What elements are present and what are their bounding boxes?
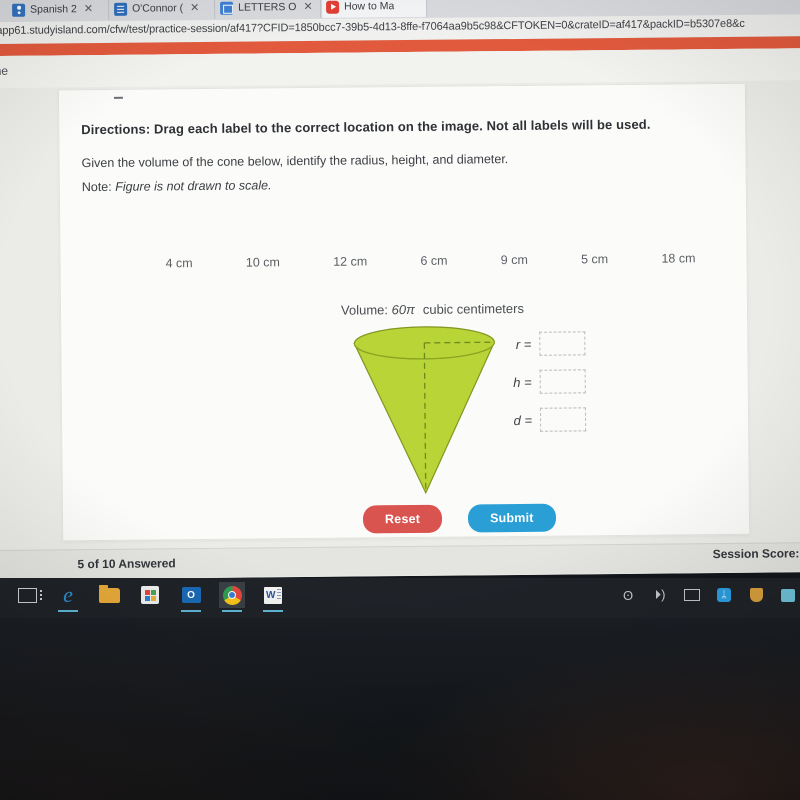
variable-label-h: h = [513,374,532,390]
laptop-screen-photo: Spanish 2 ✕ O'Connor ( ✕ LETTERS O ✕ How… [0,0,800,800]
bluetooth-icon[interactable]: ᛦ [716,587,732,603]
blank-row-d: d = [502,406,587,433]
drag-label[interactable]: 12 cm [328,252,372,270]
browser-tab-0[interactable]: Spanish 2 ✕ [8,0,110,21]
chrome-icon[interactable] [219,582,245,612]
word-icon[interactable]: W [260,582,286,612]
outlook-icon[interactable]: O [178,582,204,612]
browser-tab-1[interactable]: O'Connor ( ✕ [110,0,216,20]
taskbar-apps: e O W [14,582,286,612]
answer-blanks: r = h = d = [501,330,587,445]
browser-tab-3[interactable]: How to Ma [321,0,428,18]
tab-title: How to Ma [344,0,395,13]
microsoft-store-icon[interactable] [137,582,163,608]
question-card: Directions: Drag each label to the corre… [57,82,751,542]
network-icon[interactable] [780,587,796,603]
variable-label-r: r = [515,336,532,352]
share-person-icon[interactable]: ʘ [620,587,636,603]
display-icon[interactable] [684,587,700,603]
reset-button[interactable]: Reset [362,504,443,534]
close-icon[interactable]: ✕ [190,2,199,14]
variable-label-d: d = [513,412,533,428]
browser-tab-2[interactable]: LETTERS O ✕ [215,0,322,19]
edge-icon[interactable]: e [55,582,81,612]
docs-icon [114,2,128,16]
question-prompt: Given the volume of the cone below, iden… [81,152,509,171]
volume-icon[interactable]: ⏵) [652,587,668,603]
tab-title: Spanish 2 [30,3,77,16]
url-text: app61.studyisland.com/cfw/test/practice-… [0,17,745,37]
site-nav-label: ne [0,63,9,78]
close-icon[interactable]: ✕ [84,3,93,15]
drop-zone-radius[interactable] [539,331,586,356]
drag-label[interactable]: 9 cm [496,251,533,269]
collapse-icon[interactable] [113,96,123,99]
system-tray: ʘ ⏵) ᛦ [620,587,796,603]
drop-zone-height[interactable] [539,369,586,394]
blank-row-h: h = [502,368,586,395]
answered-count: 5 of 10 Answered [77,556,176,572]
action-buttons: Reset Submit [362,503,556,534]
youtube-icon [326,0,340,14]
submit-button[interactable]: Submit [467,503,556,533]
note-prefix: Note: [81,179,112,195]
scale-note: Note: Figure is not drawn to scale. [82,178,272,194]
drag-label[interactable]: 6 cm [415,252,452,270]
session-score: Session Score: 8 [712,546,800,562]
file-explorer-icon[interactable] [96,582,122,608]
volume-value: 60π [391,301,415,318]
site-nav: ne [0,48,800,88]
cone-svg [353,326,496,495]
security-shield-icon[interactable] [748,587,764,603]
volume-label: Volume: [340,302,389,318]
drag-label-bank: 4 cm 10 cm 12 cm 6 cm 9 cm 5 cm 18 cm [160,249,700,272]
close-icon[interactable]: ✕ [303,0,312,12]
note-body: Figure is not drawn to scale. [111,178,272,194]
drag-label[interactable]: 18 cm [656,249,700,267]
volume-statement: Volume: 60π cubic centimeters [341,301,524,318]
drop-zone-diameter[interactable] [539,407,587,432]
browser-window: Spanish 2 ✕ O'Connor ( ✕ LETTERS O ✕ How… [0,0,800,580]
slides-icon [220,1,234,15]
cone-figure [346,324,508,496]
drag-label[interactable]: 4 cm [160,254,197,272]
directions-text: Directions: Drag each label to the corre… [81,116,651,138]
page-body: ne Directions: Drag each label to the co… [0,48,800,580]
windows-taskbar: e O W ʘ ⏵) ᛦ [0,578,800,618]
task-view-icon[interactable] [14,582,42,608]
blank-row-r: r = [501,330,586,357]
status-bar: 5 of 10 Answered Session Score: 8 [0,542,800,579]
desk-surface [0,618,800,800]
volume-units: cubic centimeters [422,300,525,317]
tab-title: O'Connor ( [132,2,184,15]
drag-label[interactable]: 10 cm [241,253,285,271]
person-icon [12,3,26,17]
tab-title: LETTERS O [238,1,297,14]
drag-label[interactable]: 5 cm [576,250,613,268]
